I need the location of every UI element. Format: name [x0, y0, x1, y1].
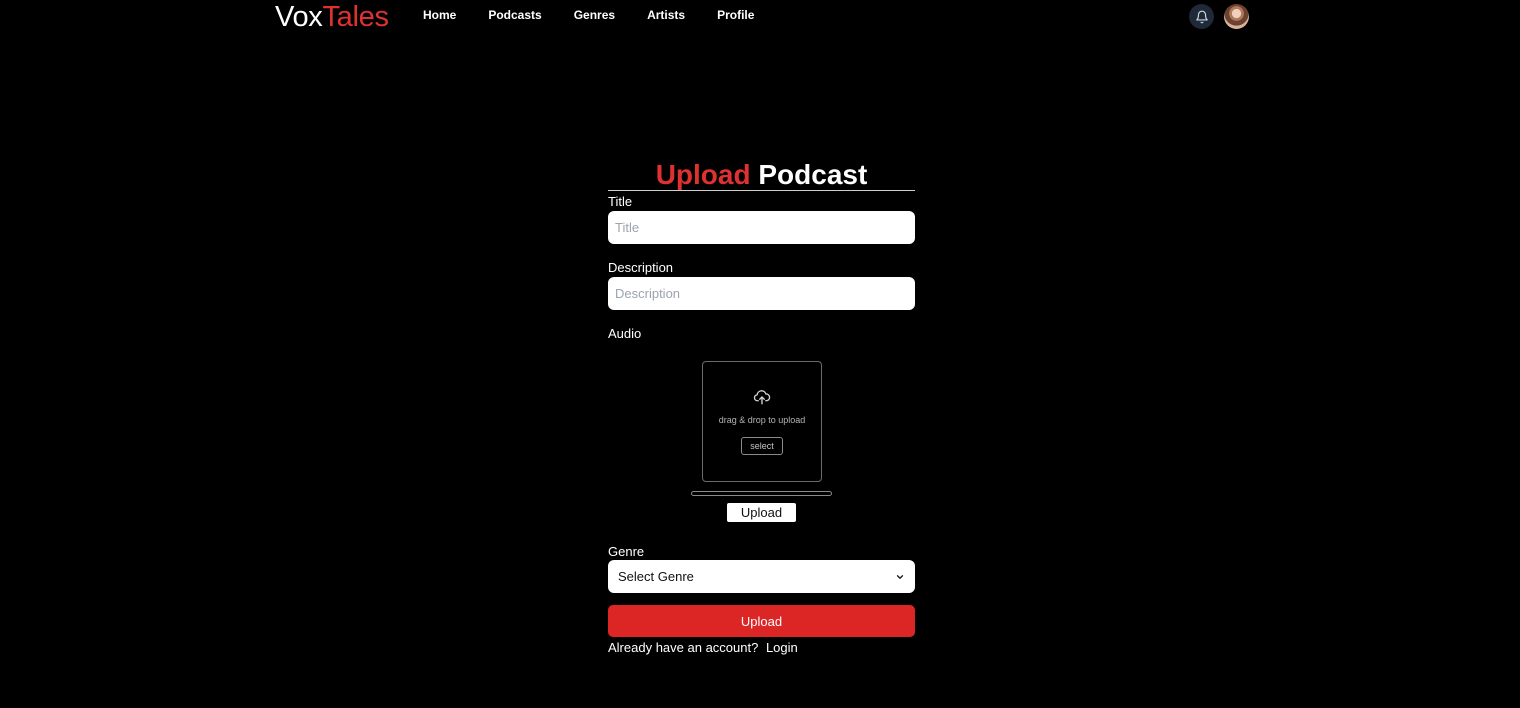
- audio-dropzone[interactable]: drag & drop to upload select: [702, 361, 822, 482]
- genre-label: Genre: [608, 544, 645, 559]
- page-title: Upload Podcast: [608, 160, 915, 191]
- nav-link-podcasts[interactable]: Podcasts: [488, 8, 541, 22]
- login-prompt-text: Already have an account?: [608, 640, 759, 655]
- upload-progress-bar: [691, 491, 832, 496]
- nav-link-artists[interactable]: Artists: [647, 8, 685, 22]
- upload-podcast-form: Upload Podcast Title Description Audio d…: [608, 160, 915, 655]
- nav-link-genres[interactable]: Genres: [574, 8, 615, 22]
- genre-select[interactable]: Select Genre: [608, 560, 915, 593]
- chevron-down-icon: [896, 574, 904, 579]
- login-link[interactable]: Login: [766, 640, 798, 655]
- description-input[interactable]: [608, 277, 915, 310]
- title-rest: Podcast: [758, 159, 868, 190]
- dropzone-hint: drag & drop to upload: [718, 415, 806, 425]
- audio-upload-button[interactable]: Upload: [727, 503, 796, 522]
- logo[interactable]: VoxTales: [275, 1, 389, 33]
- title-input[interactable]: [608, 211, 915, 244]
- submit-upload-button[interactable]: Upload: [608, 605, 915, 637]
- login-prompt: Already have an account? Login: [608, 640, 798, 655]
- nav-link-home[interactable]: Home: [423, 8, 456, 22]
- description-label: Description: [608, 260, 674, 275]
- title-label: Title: [608, 194, 633, 209]
- top-navbar: VoxTales Home Podcasts Genres Artists Pr…: [0, 0, 1520, 34]
- audio-label: Audio: [608, 326, 642, 341]
- cloud-upload-icon: [753, 390, 771, 405]
- bell-icon: [1195, 10, 1208, 23]
- nav-links: Home Podcasts Genres Artists Profile: [423, 8, 786, 22]
- title-accent: Upload: [655, 159, 751, 190]
- genre-selected-value: Select Genre: [618, 569, 694, 584]
- logo-vox: Vox: [275, 1, 323, 33]
- logo-tales: Tales: [322, 1, 389, 33]
- notifications-button[interactable]: [1189, 4, 1214, 29]
- nav-link-profile[interactable]: Profile: [717, 8, 754, 22]
- upload-podcast-page: VoxTales Home Podcasts Genres Artists Pr…: [0, 0, 1520, 708]
- avatar[interactable]: [1224, 4, 1249, 29]
- select-file-button[interactable]: select: [741, 437, 783, 455]
